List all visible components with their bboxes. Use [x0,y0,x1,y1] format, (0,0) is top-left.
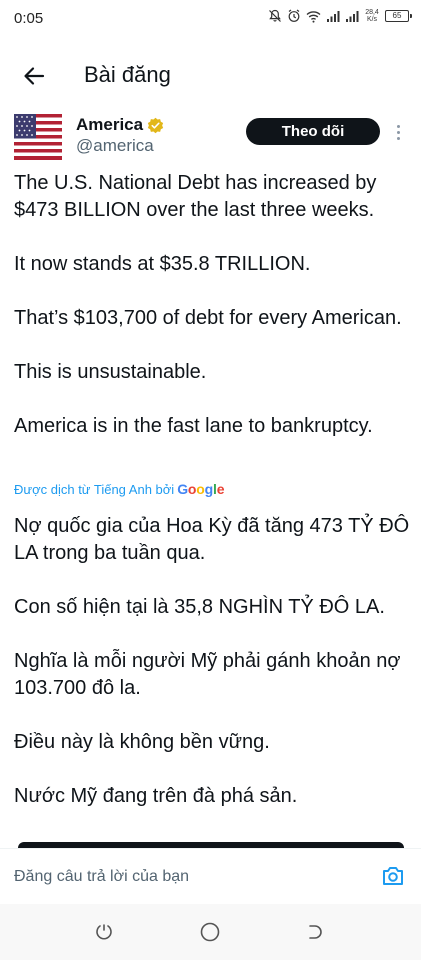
signal-icon-2 [346,11,359,22]
google-logo: Google [177,481,225,497]
signal-icon-1 [327,11,340,22]
post-paragraph: That’s $103,700 of debt for every Americ… [14,307,402,329]
recents-icon [96,924,112,940]
more-dot-icon [396,130,400,134]
arrow-left-icon [24,67,45,85]
translated-paragraph: Nghĩa là mỗi người Mỹ phải gánh khoản nợ… [14,650,401,699]
avatar[interactable] [14,114,62,160]
author-handle[interactable]: @america [76,136,154,156]
post-author-row: America @america Theo dõi [0,112,421,168]
camera-icon [383,867,403,885]
post-text: The U.S. National Debt has increased by … [14,170,414,440]
camera-button[interactable] [380,863,406,889]
recents-button[interactable] [92,920,116,944]
post-paragraph: This is unsustainable. [14,361,207,383]
reply-bar [0,848,421,904]
translated-post-text: Nợ quốc gia của Hoa Kỳ đã tăng 473 TỶ ĐÔ… [14,513,419,810]
translation-attribution[interactable]: Được dịch từ Tiếng Anh bởi Google [14,481,224,497]
more-dot-icon [396,136,400,140]
more-dot-icon [396,124,400,128]
system-nav-bar [0,904,421,960]
translated-paragraph: Nợ quốc gia của Hoa Kỳ đã tăng 473 TỶ ĐÔ… [14,515,410,564]
back-button[interactable] [18,60,50,92]
alarm-icon [288,9,300,22]
translated-paragraph: Điều này là không bền vững. [14,731,270,753]
author-name-text: America [76,115,144,134]
follow-button[interactable]: Theo dõi [246,118,380,145]
home-circle-icon [200,922,220,942]
home-button[interactable] [198,920,222,944]
post-paragraph: The U.S. National Debt has increased by … [14,172,377,221]
author-name[interactable]: America [76,115,164,135]
verified-badge-icon [147,117,164,133]
mute-bell-icon [269,9,281,22]
us-flag-icon [14,114,62,160]
battery-indicator: 65 [385,10,412,22]
status-time: 0:05 [14,10,44,27]
status-icons: 28,4 K/s 65 [268,9,412,23]
translated-paragraph: Nước Mỹ đang trên đà phá sản. [14,785,298,807]
page-title: Bài đăng [84,62,171,87]
network-speed: 28,4 K/s [365,9,379,23]
app-header: Bài đăng [0,48,421,104]
translation-attribution-text: Được dịch từ Tiếng Anh bởi [14,482,175,497]
more-options-button[interactable] [391,120,405,144]
wifi-icon [306,10,321,23]
back-nav-button[interactable] [302,920,326,944]
post-paragraph: America is in the fast lane to bankruptc… [14,415,373,437]
reply-input[interactable] [14,865,354,889]
translated-paragraph: Con số hiện tại là 35,8 NGHÌN TỶ ĐÔ LA. [14,596,385,618]
post-paragraph: It now stands at $35.8 TRILLION. [14,253,311,275]
back-nav-icon [309,925,322,939]
status-bar: 0:05 28,4 K/s 65 [0,0,421,44]
